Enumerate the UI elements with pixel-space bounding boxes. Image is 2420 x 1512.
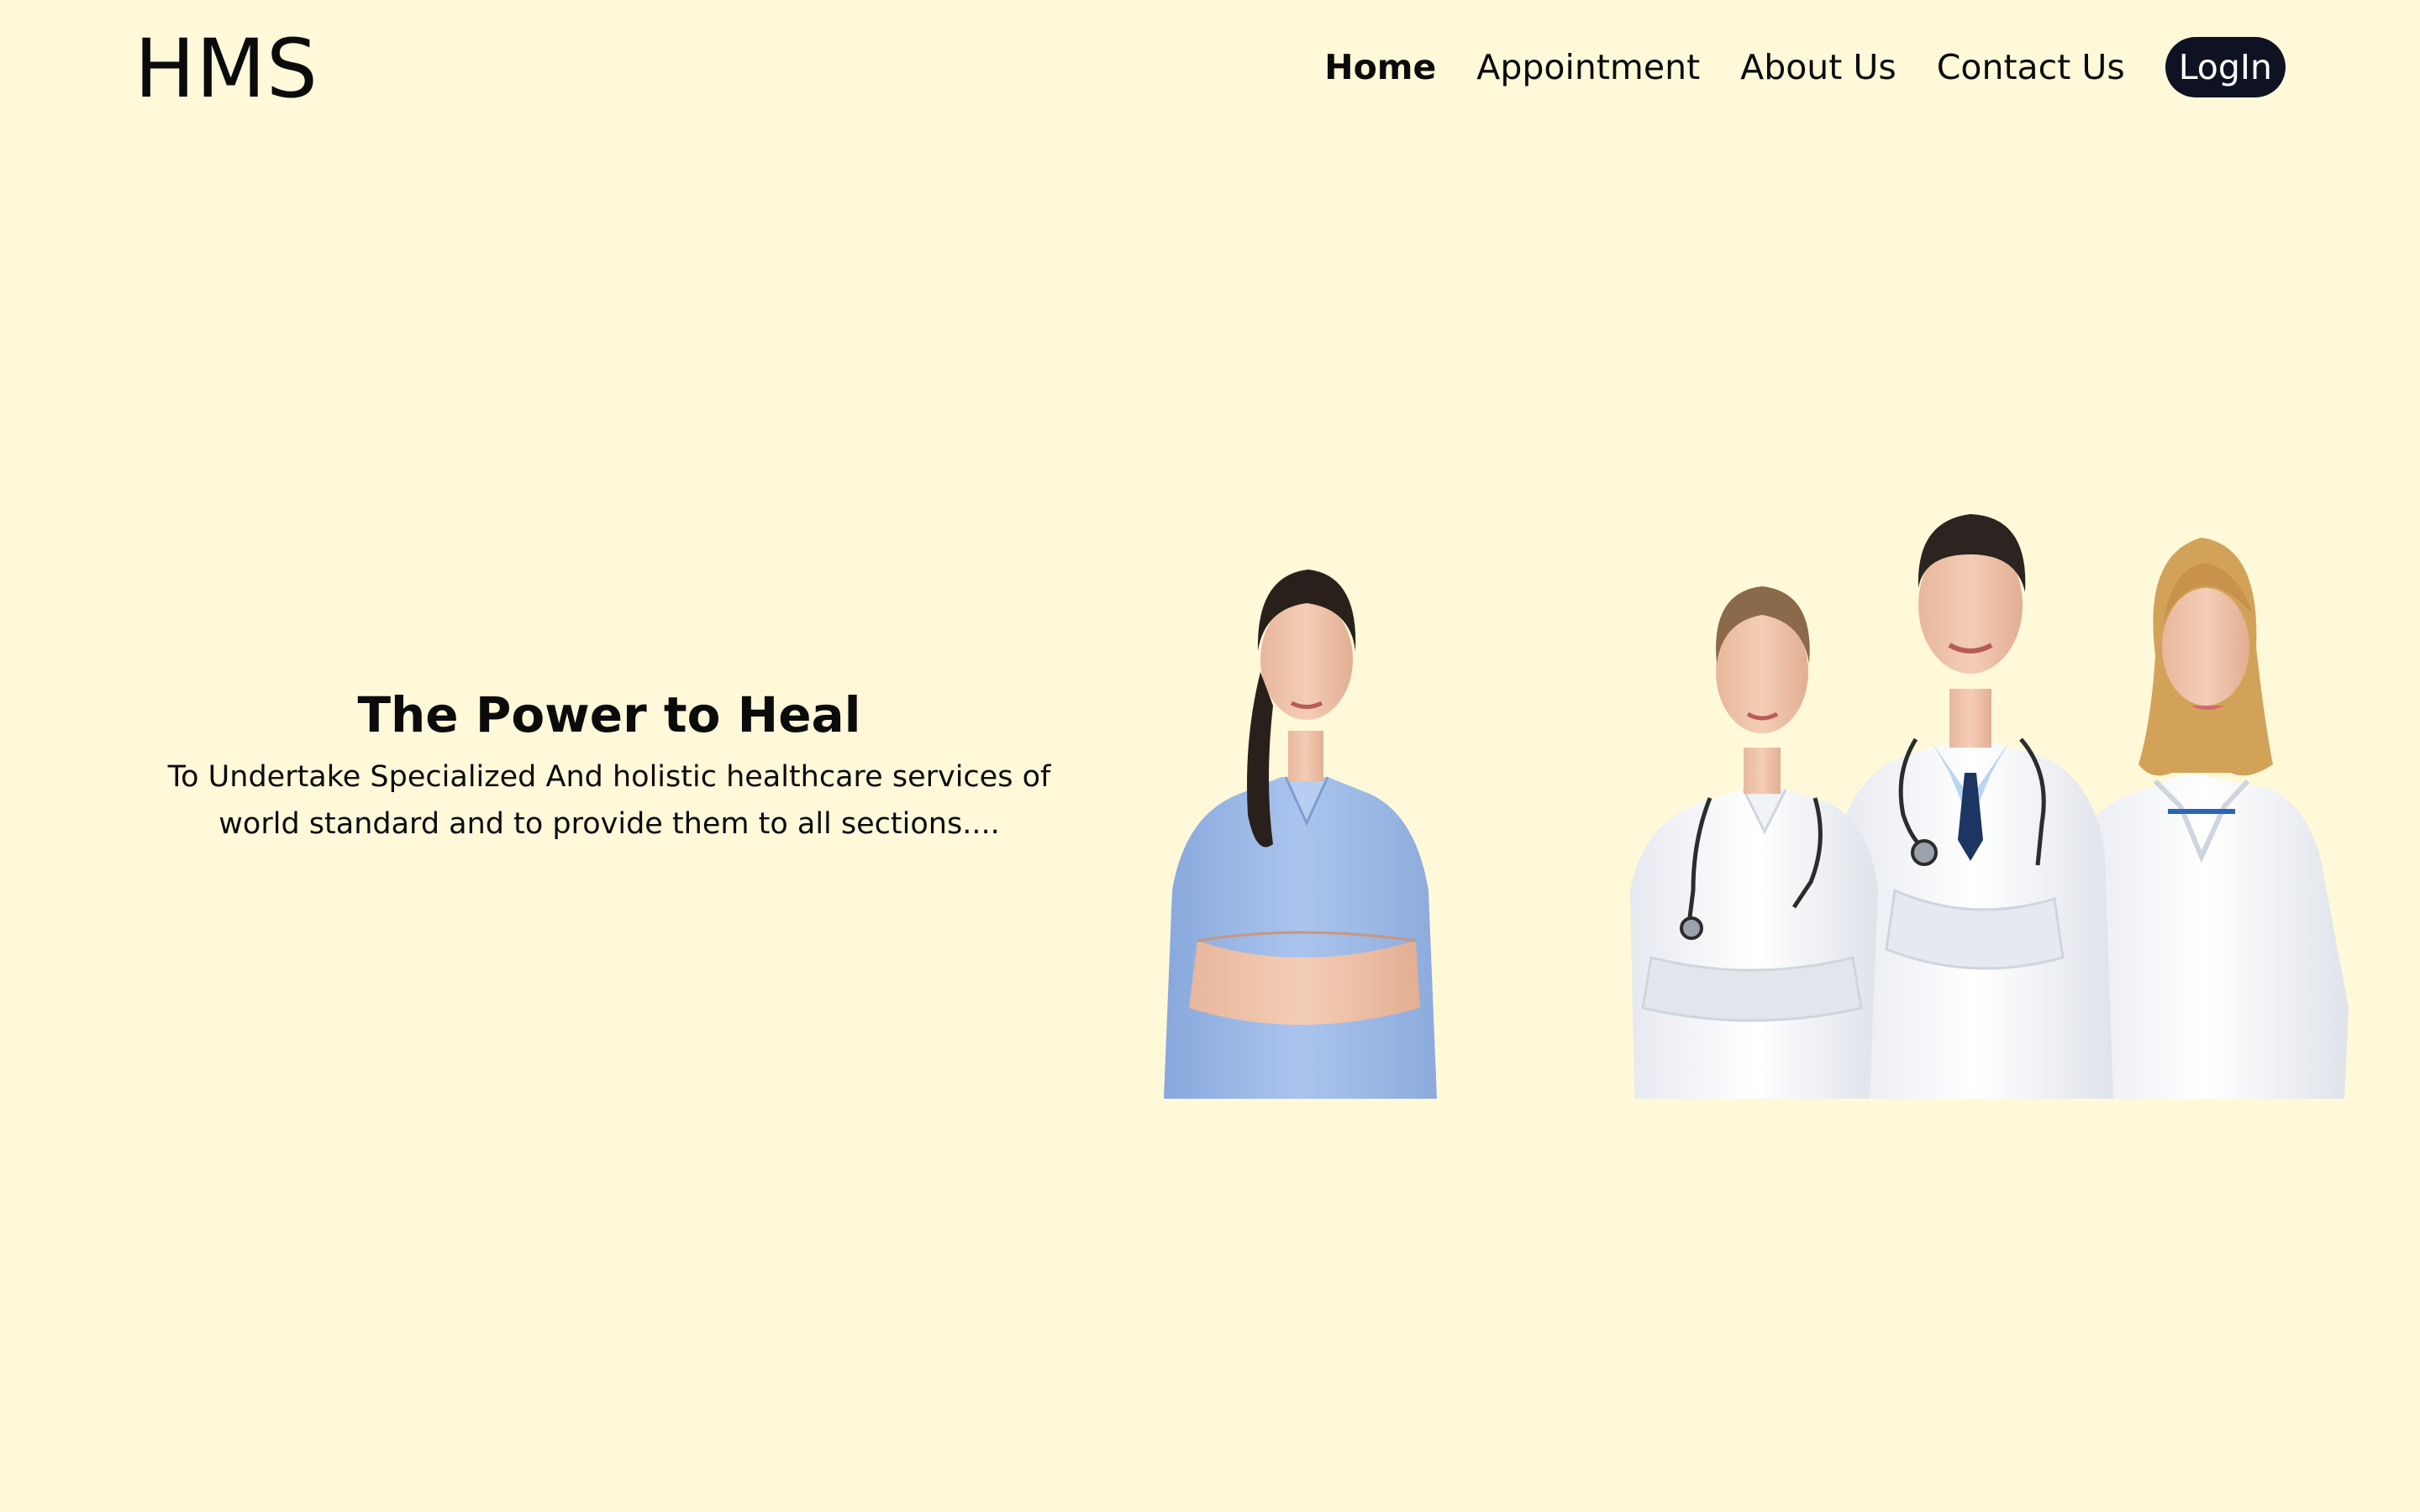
hero-subtitle: To Undertake Specialized And holistic he… [134,753,1084,848]
nav-contact-link[interactable]: Contact Us [1937,35,2125,99]
doctors-team-image [1164,514,2349,1099]
hero-text-block: The Power to Heal To Undertake Specializ… [134,676,1084,848]
doctor-1-figure [1164,570,1437,1099]
login-button[interactable]: LogIn [2165,37,2286,97]
nav-about-link[interactable]: About Us [1740,35,1897,99]
hero-title: The Power to Heal [357,686,861,743]
doctor-3-figure [1836,514,2113,1099]
hero-subtitle-line-2: world standard and to provide them to al… [218,807,1000,841]
site-logo[interactable]: HMS [134,18,318,119]
site-header: HMS Home Appointment About Us Contact Us… [0,0,2420,134]
main-nav: Home Appointment About Us Contact Us Log… [1324,35,2286,99]
doctor-2-figure [1630,586,1878,1099]
hero-subtitle-line-1: To Undertake Specialized And holistic he… [167,760,1051,794]
nav-home-link[interactable]: Home [1324,35,1436,99]
nav-appointment-link[interactable]: Appointment [1476,35,1700,99]
